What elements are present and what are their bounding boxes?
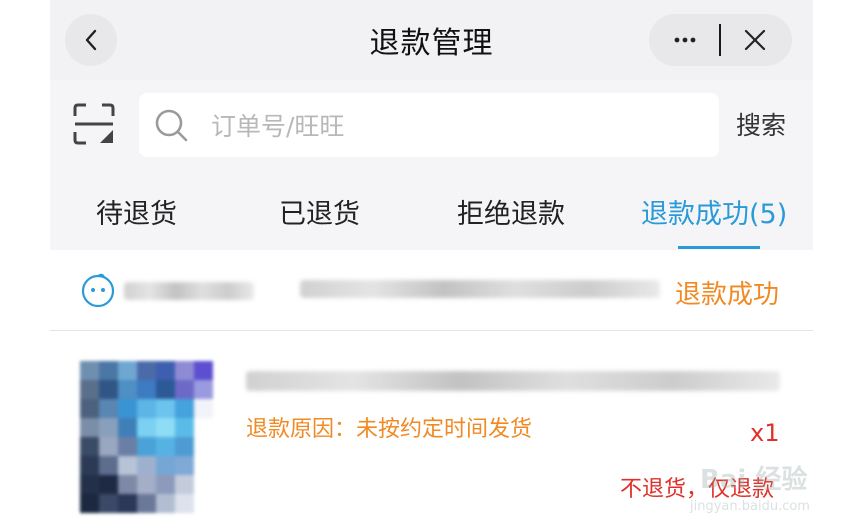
watermark-text: Bai 经验 [700,465,808,495]
tab-bar: 待退货 已退货 拒绝退款 退款成功(5) [50,170,813,250]
search-icon [155,109,188,142]
active-tab-indicator [678,246,760,249]
left-margin [0,0,50,532]
product-thumbnail [80,361,232,513]
search-box [139,93,719,157]
menu-capsule [649,14,792,66]
tab-pending-return[interactable]: 待退货 [96,192,177,231]
search-input[interactable] [209,101,703,151]
capsule-divider [719,24,721,56]
right-margin [813,0,855,532]
order-header: 退款成功 [50,250,813,331]
search-bar: 搜索 [50,80,813,170]
watermark-url: jingyan.baidu.com [690,499,810,514]
close-icon[interactable] [741,26,769,54]
title-bar: 退款管理 [50,0,813,80]
more-icon[interactable] [667,26,703,54]
tab-returned[interactable]: 已退货 [279,192,360,231]
buyer-avatar-icon [81,273,115,308]
product-title-redacted [246,371,780,391]
refund-reason: 退款原因：未按约定时间发货 [246,417,533,442]
app-window: 退款管理 搜索 待退货 [50,0,813,532]
scan-icon[interactable] [72,102,116,146]
order-number-redacted [300,280,660,298]
order-status: 退款成功 [675,280,780,310]
item-quantity: x1 [750,419,780,447]
search-button[interactable]: 搜索 [736,106,786,142]
buyer-id-redacted [124,282,254,300]
tab-refund-success[interactable]: 退款成功(5) [641,192,787,231]
baidu-watermark: Bai 经验 jingyan.baidu.com [660,455,820,525]
tab-refused[interactable]: 拒绝退款 [457,192,565,231]
